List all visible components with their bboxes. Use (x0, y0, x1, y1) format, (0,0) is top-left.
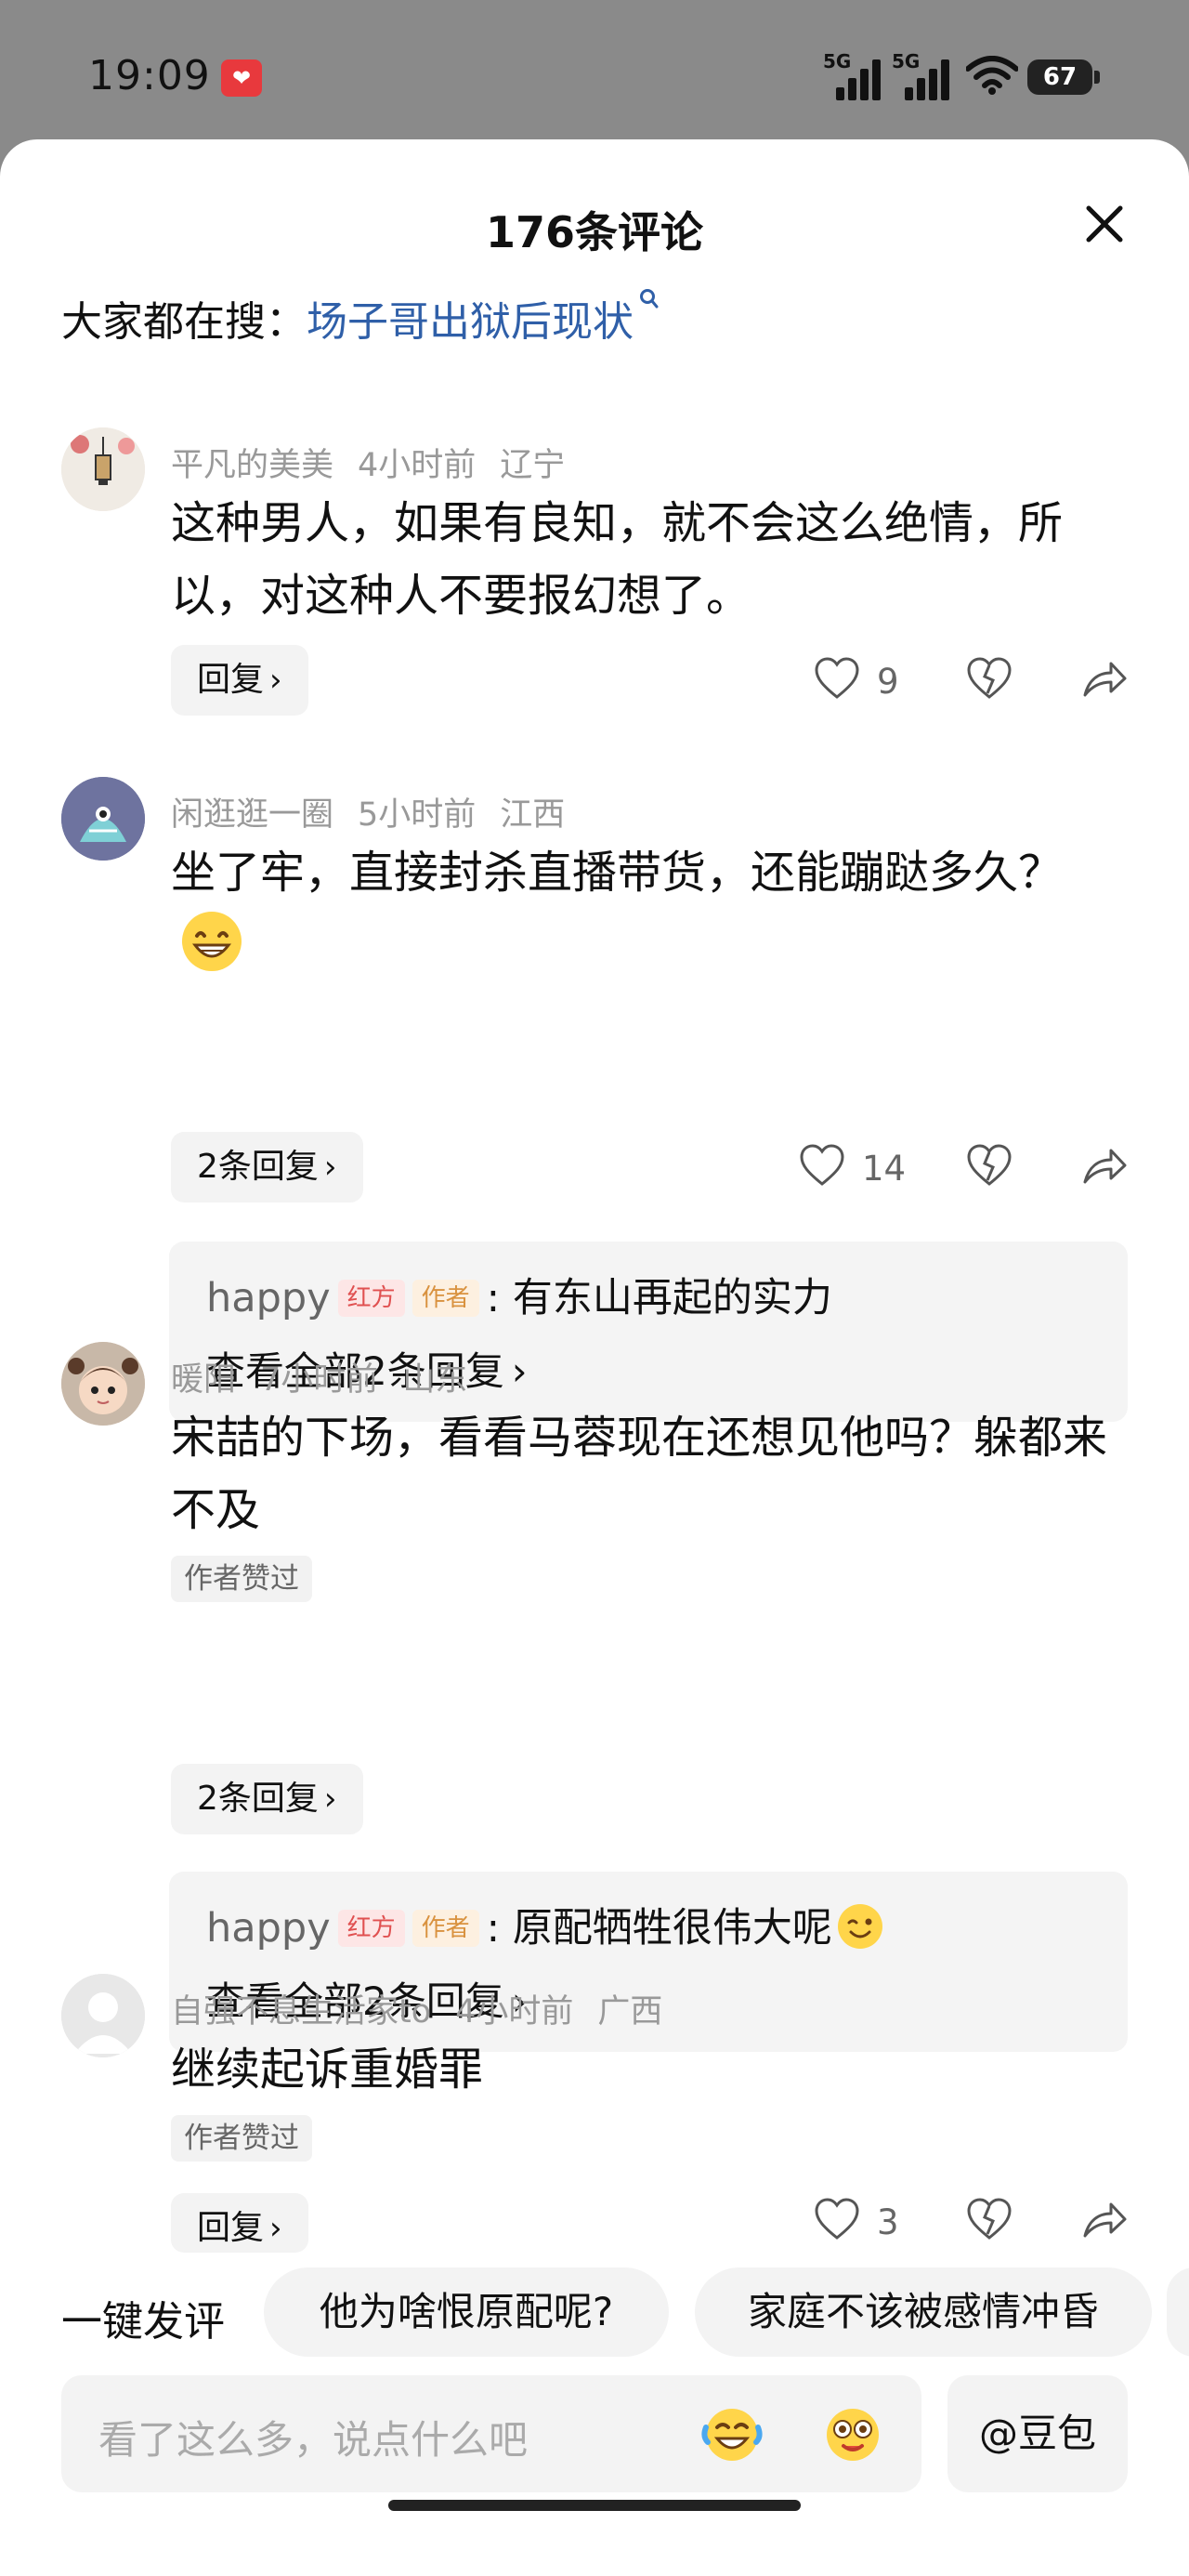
sub-reply-line: happy 红方 作者: 有东山再起的实力 (206, 1266, 832, 1323)
replies-button-label: 2条回复 (197, 1780, 319, 1818)
sub-reply-text: : 有东山再起的实力 (486, 1275, 832, 1321)
comment-text: 继续起诉重婚罪 (171, 2044, 484, 2096)
trending-search-prefix: 大家都在搜： (61, 298, 307, 346)
like-icon[interactable] (814, 2197, 860, 2241)
star-eyes-emoji-icon[interactable] (819, 2399, 886, 2466)
author-liked-tag: 作者赞过 (171, 2115, 312, 2162)
red-side-badge: 红方 (337, 1280, 405, 1317)
app-notification-icon: ❤ (221, 59, 262, 97)
comment-input[interactable]: 看了这么多，说点什么吧 (61, 2375, 921, 2492)
share-icon[interactable] (1081, 656, 1128, 701)
wifi-icon (966, 56, 1018, 95)
grin-emoji-icon (180, 910, 243, 973)
mention-doubao-button[interactable]: @豆包 (947, 2375, 1128, 2492)
author-badge: 作者 (412, 1280, 479, 1317)
status-bar: 19:09 ❤ 5G 5G 67 (0, 0, 1189, 139)
like-count: 3 (877, 2202, 899, 2242)
comment-time: 4小时前 (358, 447, 477, 484)
comments-title: 176条评论 (485, 207, 704, 257)
comment-username[interactable]: 暖阳 (171, 1361, 236, 1399)
comment-actions: 9 (0, 656, 1189, 712)
dislike-icon[interactable] (966, 1143, 1013, 1188)
avatar[interactable] (61, 777, 145, 861)
comment-username[interactable]: 平凡的美美 (171, 447, 333, 484)
comment-text-content: 坐了牢，直接封杀直播带货，还能蹦跶多久？ (171, 847, 1064, 899)
dislike-icon[interactable] (966, 2197, 1013, 2241)
close-icon[interactable] (1081, 201, 1128, 247)
avatar[interactable] (61, 1974, 145, 2057)
comment-meta: 暖阳 7小时前 山东 (171, 1353, 491, 1400)
comment-text: 这种男人，如果有良知，就不会这么绝情，所以，对这种人不要报幻想了。 (171, 497, 1064, 622)
replies-button[interactable]: 2条回复 › (171, 1764, 363, 1834)
comment-input-placeholder: 看了这么多，说点什么吧 (98, 2417, 529, 2463)
comment-text: 坐了牢，直接封杀直播带货，还能蹦跶多久？ (171, 836, 1118, 981)
like-count: 9 (877, 662, 899, 702)
trending-search: 大家都在搜：场子哥出狱后现状 (61, 288, 660, 348)
comment-username[interactable]: 自强不息生活家to (171, 1993, 431, 2031)
comment-username[interactable]: 闲逛逛一圈 (171, 796, 333, 834)
share-icon[interactable] (1081, 2197, 1128, 2241)
comment-region: 辽宁 (500, 447, 566, 484)
comment-time: 7小时前 (260, 1361, 379, 1399)
quick-comment-chip[interactable]: 家庭不该被感情冲昏 (695, 2267, 1152, 2357)
author-badge: 作者 (412, 1910, 479, 1947)
laugh-cry-emoji-icon[interactable] (699, 2399, 765, 2466)
wink-emoji-icon (836, 1902, 884, 1951)
red-side-badge: 红方 (337, 1910, 405, 1947)
comment-region: 广西 (597, 1993, 663, 2031)
quick-comment-chip-partial[interactable] (1167, 2267, 1189, 2357)
battery-icon: 67 (1027, 59, 1100, 95)
dislike-icon[interactable] (966, 656, 1013, 701)
search-icon (640, 289, 659, 309)
like-icon[interactable] (799, 1143, 845, 1188)
comment-actions: 3 (0, 2197, 1189, 2253)
sub-reply-line: happy 红方 作者: 原配牺牲很伟大呢 (206, 1896, 884, 1953)
like-icon[interactable] (814, 656, 860, 701)
home-indicator[interactable] (388, 2500, 801, 2511)
sub-reply-text: : 原配牺牲很伟大呢 (486, 1905, 832, 1952)
chevron-right-icon: › (323, 1781, 337, 1818)
quick-comment-chip[interactable]: 他为啥恨原配呢? (264, 2267, 669, 2357)
author-liked-tag: 作者赞过 (171, 1556, 312, 1602)
avatar[interactable] (61, 427, 145, 511)
comment-meta: 闲逛逛一圈 5小时前 江西 (171, 788, 589, 835)
share-icon[interactable] (1081, 1143, 1128, 1188)
comment-time: 4小时前 (455, 1993, 574, 2031)
comment-text: 宋喆的下场，看看马蓉现在还想见他吗？躲都来不及 (171, 1412, 1108, 1536)
comments-sheet: 176条评论 大家都在搜：场子哥出狱后现状 平凡的美美 4小时前 辽宁 这种男人，如… (0, 139, 1189, 2576)
sub-reply-username[interactable]: happy (206, 1905, 331, 1952)
comment-meta: 自强不息生活家to 4小时前 广西 (171, 1985, 686, 2032)
avatar[interactable] (61, 1342, 145, 1426)
comment-input-bar: 看了这么多，说点什么吧 @豆包 (0, 2375, 1189, 2492)
trending-search-link[interactable]: 场子哥出狱后现状 (307, 298, 634, 346)
quick-comment-label: 一键发评 (61, 2298, 225, 2346)
comment-actions: 14 (0, 1143, 1189, 1199)
comment-meta: 平凡的美美 4小时前 辽宁 (171, 439, 589, 486)
chevron-right-icon: › (511, 1348, 528, 1394)
comment-region: 山东 (402, 1361, 468, 1399)
status-time: 19:09 (88, 52, 211, 99)
quick-comment-bar: 一键发评 他为啥恨原配呢? 家庭不该被感情冲昏 (0, 2267, 1189, 2357)
comment-time: 5小时前 (358, 796, 477, 834)
comment-region: 江西 (500, 796, 566, 834)
sub-reply-username[interactable]: happy (206, 1275, 331, 1321)
like-count: 14 (862, 1149, 907, 1189)
